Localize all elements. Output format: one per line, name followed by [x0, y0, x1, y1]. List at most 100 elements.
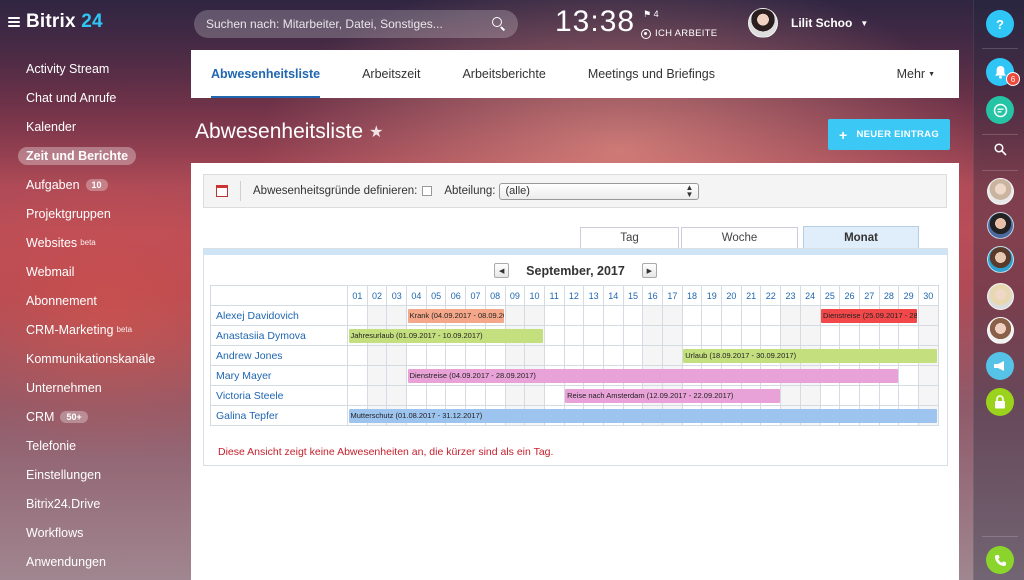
day-cell[interactable]: [622, 325, 644, 346]
employee-name[interactable]: Galina Tepfer: [210, 405, 348, 426]
sidebar-item[interactable]: Activity Stream: [18, 54, 188, 83]
day-cell[interactable]: [622, 365, 644, 386]
day-cell[interactable]: [622, 385, 644, 406]
day-cell[interactable]: [760, 365, 782, 386]
day-cell[interactable]: [760, 405, 782, 426]
day-cell[interactable]: [543, 405, 565, 426]
day-cell[interactable]: [425, 325, 447, 346]
day-cell[interactable]: [504, 365, 526, 386]
day-cell[interactable]: [602, 365, 624, 386]
sidebar-item[interactable]: Workflows: [18, 518, 188, 547]
help-button[interactable]: ?: [986, 10, 1014, 38]
day-cell[interactable]: [839, 365, 860, 386]
day-cell[interactable]: [622, 345, 644, 366]
day-cell[interactable]: [780, 405, 801, 426]
day-cell[interactable]: [445, 365, 467, 386]
day-header[interactable]: 29: [898, 285, 919, 306]
day-cell[interactable]: [898, 305, 919, 326]
sidebar-item[interactable]: Aufgaben 10: [18, 170, 188, 199]
day-cell[interactable]: [878, 345, 900, 366]
day-header[interactable]: 22: [760, 285, 782, 306]
day-cell[interactable]: [662, 345, 683, 366]
day-cell[interactable]: [347, 365, 368, 386]
day-cell[interactable]: [858, 405, 880, 426]
day-cell[interactable]: [465, 305, 486, 326]
sidebar-item[interactable]: Unternehmen: [18, 373, 188, 402]
day-cell[interactable]: [543, 365, 565, 386]
day-cell[interactable]: [799, 305, 821, 326]
day-cell[interactable]: [681, 345, 703, 366]
day-cell[interactable]: [780, 305, 801, 326]
day-cell[interactable]: [878, 325, 900, 346]
day-cell[interactable]: [858, 385, 880, 406]
day-cell[interactable]: [701, 305, 723, 326]
day-cell[interactable]: [622, 405, 644, 426]
day-cell[interactable]: [366, 325, 388, 346]
sidebar-item[interactable]: Anwendungen: [18, 547, 188, 576]
day-cell[interactable]: [484, 405, 506, 426]
day-cell[interactable]: [504, 405, 526, 426]
day-cell[interactable]: [662, 305, 683, 326]
day-cell[interactable]: [386, 385, 408, 406]
sidebar-item[interactable]: Chat und Anrufe: [18, 83, 188, 112]
day-cell[interactable]: [406, 345, 427, 366]
day-cell[interactable]: [799, 345, 821, 366]
day-cell[interactable]: [839, 405, 860, 426]
day-cell[interactable]: [484, 345, 506, 366]
day-cell[interactable]: [386, 305, 408, 326]
day-cell[interactable]: [445, 325, 467, 346]
day-cell[interactable]: [366, 405, 388, 426]
day-cell[interactable]: [799, 365, 821, 386]
tab-week[interactable]: Woche: [681, 227, 798, 248]
sidebar-item[interactable]: Telefonie: [18, 431, 188, 460]
day-cell[interactable]: [858, 345, 880, 366]
day-cell[interactable]: [819, 385, 841, 406]
day-cell[interactable]: [917, 365, 939, 386]
day-cell[interactable]: [878, 365, 900, 386]
day-cell[interactable]: [917, 305, 939, 326]
day-header[interactable]: 11: [543, 285, 565, 306]
sidebar-item[interactable]: Abonnement: [18, 286, 188, 315]
day-cell[interactable]: [799, 385, 821, 406]
day-cell[interactable]: [543, 385, 565, 406]
day-cell[interactable]: [878, 405, 900, 426]
day-cell[interactable]: [858, 305, 880, 326]
day-cell[interactable]: [425, 365, 447, 386]
employee-name[interactable]: Andrew Jones: [210, 345, 348, 366]
day-cell[interactable]: [681, 385, 703, 406]
day-cell[interactable]: [406, 385, 427, 406]
day-header[interactable]: 18: [681, 285, 703, 306]
day-cell[interactable]: [701, 345, 723, 366]
day-header[interactable]: 02: [366, 285, 388, 306]
more-menu[interactable]: Mehr ▼: [897, 50, 935, 98]
day-header[interactable]: 04: [406, 285, 427, 306]
sidebar-item[interactable]: CRM-Marketing beta: [18, 315, 188, 344]
day-cell[interactable]: [602, 305, 624, 326]
day-header[interactable]: 16: [642, 285, 663, 306]
sidebar-item[interactable]: Kommunikationskanäle: [18, 344, 188, 373]
star-icon[interactable]: ★: [369, 122, 383, 142]
tab-day[interactable]: Tag: [580, 227, 679, 248]
day-cell[interactable]: [583, 325, 604, 346]
day-cell[interactable]: [740, 325, 762, 346]
day-cell[interactable]: [799, 405, 821, 426]
lock-button[interactable]: [986, 388, 1014, 416]
avatar[interactable]: [748, 8, 778, 38]
search-button[interactable]: [986, 135, 1014, 163]
day-cell[interactable]: [347, 325, 368, 346]
day-cell[interactable]: [799, 325, 821, 346]
day-cell[interactable]: [465, 405, 486, 426]
day-cell[interactable]: [839, 345, 860, 366]
next-month-button[interactable]: ▶: [641, 263, 657, 278]
day-cell[interactable]: [740, 385, 762, 406]
day-header[interactable]: 13: [583, 285, 604, 306]
day-cell[interactable]: [701, 325, 723, 346]
day-cell[interactable]: [760, 345, 782, 366]
day-cell[interactable]: [681, 405, 703, 426]
day-cell[interactable]: [386, 325, 408, 346]
day-cell[interactable]: [878, 305, 900, 326]
day-cell[interactable]: [366, 305, 388, 326]
day-cell[interactable]: [642, 345, 663, 366]
day-cell[interactable]: [524, 325, 545, 346]
day-cell[interactable]: [721, 405, 742, 426]
